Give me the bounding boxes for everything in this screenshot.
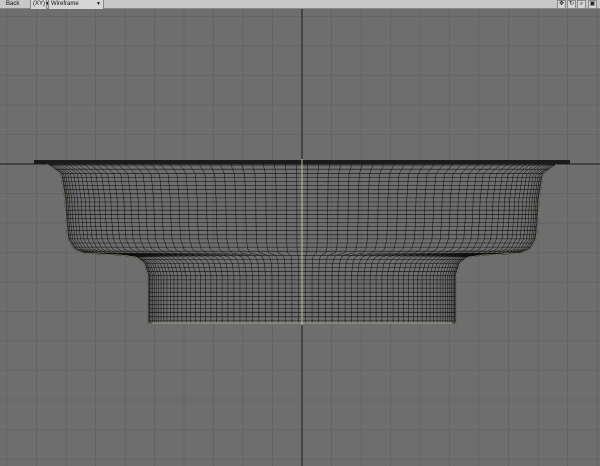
viewport-toolbar: Back (XY) ▼ Wireframe ▼ ✥ ↻ ⌕ ▣: [0, 0, 600, 9]
mesh-meridian: [41, 160, 153, 323]
mesh-meridian: [153, 160, 217, 323]
mesh-meridian: [311, 160, 320, 323]
mesh-meridian: [238, 160, 266, 323]
mesh-meridian: [417, 160, 504, 323]
mesh-meridian: [37, 160, 151, 323]
mesh-meridian: [193, 160, 241, 323]
mesh-meridian: [134, 160, 206, 323]
mesh-meridian: [398, 160, 470, 323]
mesh-meridian: [295, 160, 299, 323]
viewport-grid: [0, 9, 600, 466]
mesh-meridian: [34, 160, 149, 323]
mesh-meridian: [44, 160, 155, 323]
view-name-label[interactable]: Back: [6, 0, 19, 9]
mesh-meridian: [338, 160, 366, 323]
mesh-meridian: [429, 160, 525, 323]
mesh-meridian: [284, 160, 293, 323]
mesh-meridian: [331, 160, 355, 323]
mesh-meridian: [387, 160, 451, 323]
display-mode-dropdown[interactable]: Wireframe ▼: [48, 0, 104, 9]
mesh-meridian: [79, 160, 175, 323]
mesh-meridian: [449, 160, 560, 323]
mesh-meridian: [363, 160, 411, 323]
mesh-meridian: [249, 160, 273, 323]
rotate-view-icon[interactable]: ↻: [567, 0, 576, 9]
mesh-meridian: [272, 160, 286, 323]
mesh-meridian: [421, 160, 512, 323]
mesh-meridian: [453, 160, 567, 323]
viewport-axes: [0, 9, 600, 466]
move-view-icon[interactable]: ✥: [557, 0, 566, 9]
mesh-meridian: [100, 160, 187, 323]
chevron-down-icon: ▼: [96, 1, 101, 7]
zoom-view-icon[interactable]: ⌕: [577, 0, 586, 9]
display-mode-label: Wireframe: [51, 1, 79, 7]
mesh-meridian: [392, 160, 461, 323]
bowl-wireframe-mesh: [33, 159, 571, 325]
mesh-meridian: [318, 160, 332, 323]
mesh-meridian: [34, 160, 149, 323]
axis-dropdown[interactable]: (XY) ▼: [30, 0, 50, 9]
mesh-meridian: [305, 160, 309, 323]
mesh-meridian: [52, 160, 159, 323]
mesh-meridian: [445, 160, 552, 323]
mesh-meridian: [92, 160, 183, 323]
axis-label: (XY): [33, 1, 45, 7]
maximize-view-icon[interactable]: ▣: [588, 0, 597, 9]
mesh-meridian: [451, 160, 563, 323]
mesh-meridian: [455, 160, 570, 323]
wireframe-viewport[interactable]: [0, 9, 600, 466]
mesh-meridian: [143, 160, 212, 323]
mesh-meridian: [455, 160, 570, 323]
